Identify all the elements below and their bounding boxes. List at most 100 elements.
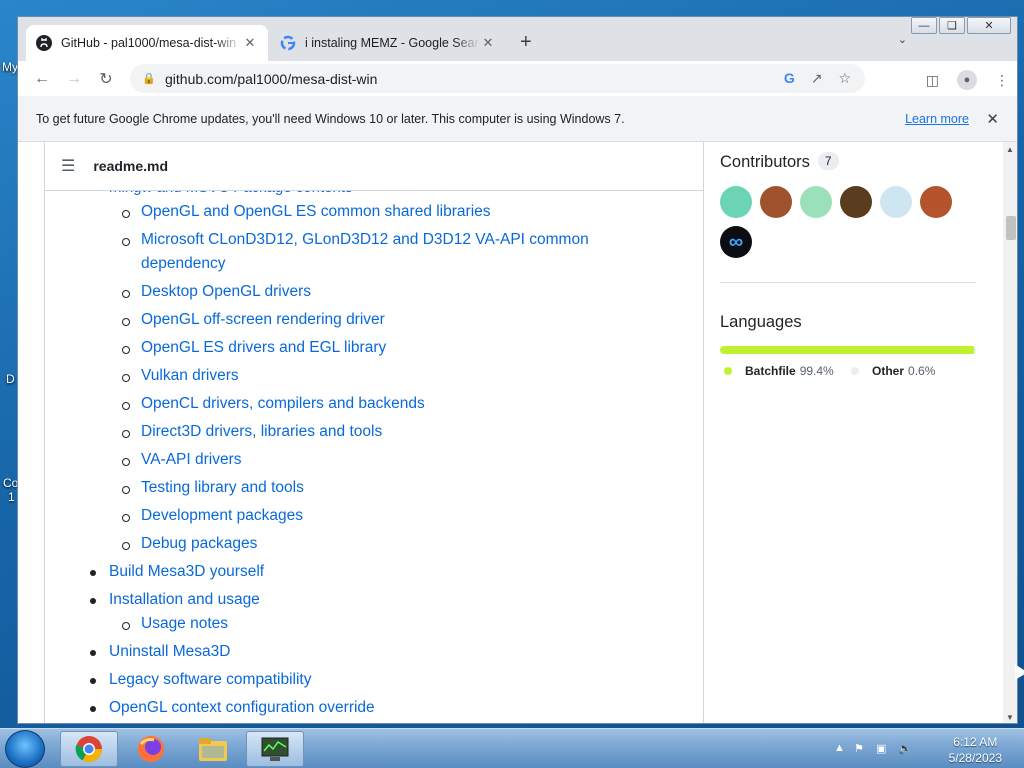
toc-subitem[interactable]: Development packages [122,507,303,525]
toc-subitem[interactable]: Microsoft CLonD3D12, GLonD3D12 and D3D12… [122,231,589,249]
toc-subitem[interactable]: Usage notes [121,615,228,633]
toc-subitem[interactable]: OpenGL off-screen rendering driver [122,311,385,329]
tab-title: GitHub - pal1000/mesa-dist-win [61,36,237,50]
toc-subitem[interactable]: Debug packages [121,535,257,553]
desktop-icon-label[interactable]: My [2,60,18,74]
language-percent: 0.6% [908,364,936,378]
learn-more-link[interactable]: Learn more [905,112,969,126]
page-viewport: ☰ readme.md mingw and MSVC Package conte… [18,142,1003,723]
sidebar-divider [720,282,976,283]
start-button[interactable] [5,730,45,768]
update-infobar: To get future Google Chrome updates, you… [18,96,1017,142]
volume-muted-icon[interactable]: 🔈 [898,742,912,755]
toc-subitem[interactable]: OpenGL and OpenGL ES common shared libra… [122,203,491,221]
language-color-dot [724,367,732,375]
tab-github[interactable]: GitHub - pal1000/mesa-dist-win ✕ [26,25,268,61]
contributor-avatar[interactable]: ∞ [720,226,752,258]
chrome-window: — ❑ ✕ GitHub - pal1000/mesa-dist-win ✕ i… [17,16,1018,724]
taskbar-firefox[interactable] [122,731,180,767]
toc-subitem[interactable]: OpenCL drivers, compilers and backends [122,395,425,413]
action-center-icon[interactable]: ⚑ [854,742,864,755]
language-bar [720,346,976,354]
toc-subitem-continued[interactable]: dependency [141,255,225,273]
toc-subitem[interactable]: Vulkan drivers [122,367,239,385]
profile-icon[interactable]: ● [957,70,977,90]
close-window-button[interactable]: ✕ [967,17,1011,34]
scroll-up-icon[interactable]: ▲ [1006,145,1014,154]
browser-toolbar: ← → ↻ 🔒 github.com/pal1000/mesa-dist-win… [18,61,1017,96]
minimize-button[interactable]: — [911,17,937,34]
show-hidden-icons-icon[interactable]: ▲ [834,742,845,754]
toc-subitem[interactable]: OpenGL ES drivers and EGL library [121,339,386,357]
taskbar-monitor[interactable] [246,731,304,767]
toc-subitem[interactable]: Testing library and tools [122,479,304,497]
close-infobar-icon[interactable]: ✕ [986,110,999,128]
language-bar-other-segment [974,346,976,354]
reload-icon[interactable]: ↻ [90,69,122,89]
taskbar-clock[interactable]: 6:12 AM 5/28/2023 [949,734,1002,766]
tab-google-search[interactable]: i instaling MEMZ - Google Search ✕ [270,25,506,61]
github-icon [36,35,52,51]
tab-title: i instaling MEMZ - Google Search [305,36,480,50]
toc-subitem[interactable]: Direct3D drivers, libraries and tools [121,423,382,441]
lock-icon[interactable]: 🔒 [142,72,156,85]
share-icon[interactable]: ↗ [811,70,823,87]
contributor-avatar[interactable] [800,186,832,218]
menu-dots-icon[interactable]: ⋮ [995,72,1009,89]
language-other[interactable]: Other 0.6% [851,364,935,378]
address-bar[interactable]: 🔒 github.com/pal1000/mesa-dist-win G ↗ ☆ [130,64,865,93]
tab-strip: — ❑ ✕ GitHub - pal1000/mesa-dist-win ✕ i… [18,17,1017,61]
toc-item[interactable]: Uninstall Mesa3D [89,643,230,661]
explorer-icon [199,738,227,761]
language-batchfile[interactable]: Batchfile 99.4% [724,364,834,378]
toc-subitem[interactable]: VA-API drivers [122,451,242,469]
window-controls: — ❑ ✕ [911,17,1011,34]
forward-icon[interactable]: → [58,70,90,88]
firefox-icon [138,736,164,762]
bookmark-star-icon[interactable]: ☆ [838,70,851,87]
maximize-button[interactable]: ❑ [939,17,965,34]
close-tab-icon[interactable]: ✕ [242,35,258,51]
list-icon[interactable]: ☰ [61,156,75,176]
scroll-down-icon[interactable]: ▼ [1006,713,1014,722]
contributor-avatar[interactable] [760,186,792,218]
omnibox-actions: G ↗ ☆ [784,70,851,87]
chrome-icon [75,736,103,763]
desktop-icon-label[interactable]: D [6,372,15,386]
contributors-label[interactable]: Contributors [720,153,810,171]
readme-filename: readme.md [93,158,169,174]
toc-subitem[interactable]: Desktop OpenGL drivers [121,283,311,301]
taskbar-explorer[interactable] [184,731,242,767]
monitor-icon [261,737,289,761]
contributors-heading[interactable]: Contributors 7 [720,152,839,172]
close-tab-icon[interactable]: ✕ [480,35,496,51]
contributor-avatar[interactable] [720,186,752,218]
tab-search-icon[interactable]: ⌄ [898,33,907,46]
system-tray: ▲ ⚑ ▣ 🔈 6:12 AM 5/28/2023 [834,729,1024,768]
side-panel-icon[interactable]: ◫ [926,72,939,89]
toc-item[interactable]: OpenGL context configuration override [90,699,375,717]
language-name: Batchfile [745,364,796,378]
toolbar-right: ◫ ● ⋮ [926,70,1009,90]
language-name: Other [872,364,905,378]
contributor-avatar[interactable] [880,186,912,218]
desktop-icon-label[interactable]: 1 [8,490,15,504]
readme-header: ☰ readme.md [45,142,703,191]
toc-item[interactable]: Installation and usage [90,591,260,609]
new-tab-button[interactable]: + [520,31,532,54]
windows-taskbar: ▲ ⚑ ▣ 🔈 6:12 AM 5/28/2023 [0,728,1024,768]
network-icon[interactable]: ▣ [876,742,886,755]
google-icon [280,35,296,51]
toc-item[interactable]: Legacy software compatibility [89,671,311,689]
languages-heading: Languages [720,313,802,331]
toc-item[interactable]: Build Mesa3D yourself [89,563,264,581]
google-lens-icon[interactable]: G [784,70,795,87]
contributor-avatar[interactable] [920,186,952,218]
clock-date: 5/28/2023 [948,751,1002,765]
contributor-avatar[interactable] [840,186,872,218]
page-scrollbar[interactable]: ▲ ▼ [1003,142,1017,723]
url-text[interactable]: github.com/pal1000/mesa-dist-win [165,71,377,87]
back-icon[interactable]: ← [26,70,58,88]
taskbar-chrome[interactable] [60,731,118,767]
scrollbar-thumb[interactable] [1006,216,1016,240]
